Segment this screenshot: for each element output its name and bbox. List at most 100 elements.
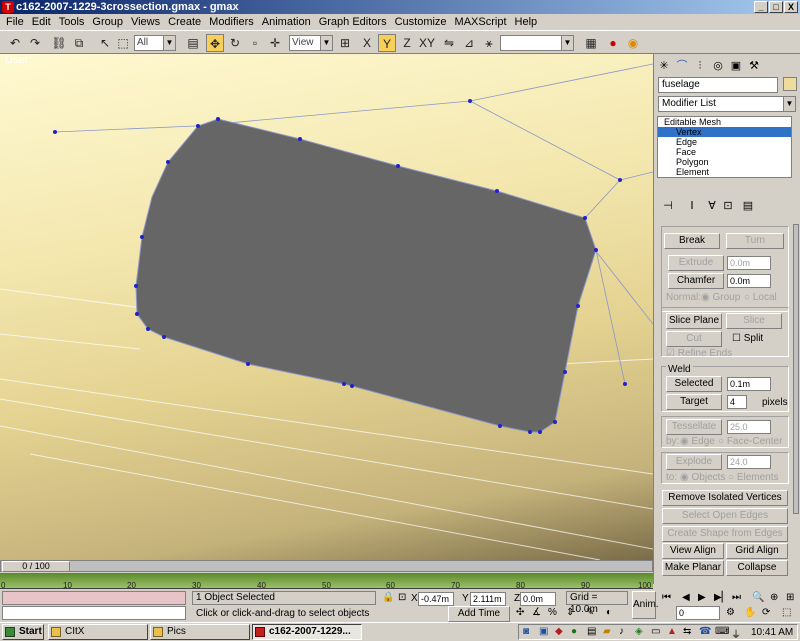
tray-alert-icon[interactable]: ▲ [667,626,677,637]
lock-selection-icon[interactable]: 🔒 [382,592,394,603]
move-icon[interactable]: ✥ [206,34,224,52]
maximize-button[interactable]: □ [769,1,783,13]
display-tab-icon[interactable]: ▣ [728,58,744,74]
remove-modifier-icon[interactable]: ⊡ [720,198,736,214]
weld-target-button[interactable]: Target [666,394,722,410]
stack-polygon[interactable]: Polygon [658,157,791,167]
mirror-icon[interactable]: ⇋ [440,34,458,52]
quick-render-icon[interactable]: ◉ [624,34,642,52]
rotate-icon[interactable]: ↻ [226,34,244,52]
utilities-tab-icon[interactable]: ⚒ [746,58,762,74]
angle-snap-icon[interactable]: ∡ [532,607,541,618]
tessellate-button[interactable]: Tessellate [666,419,722,435]
show-end-result-icon[interactable]: Ⅰ [684,198,700,214]
y-coordinate-field[interactable]: 2.111m [470,592,506,606]
menu-file[interactable]: File [2,14,28,30]
isolate-icon[interactable]: ◐ [606,607,612,618]
unlink-icon[interactable]: ⧉ [70,34,88,52]
region-select-icon[interactable]: ⬚ [114,34,132,52]
viewport-label[interactable]: User [5,54,28,66]
menu-animation[interactable]: Animation [258,14,315,30]
stack-face[interactable]: Face [658,147,791,157]
object-color-swatch[interactable] [783,77,797,91]
scale-icon[interactable]: ▫ [246,34,264,52]
panel-scrollbar[interactable] [793,224,799,514]
maxscript-listener-white[interactable] [2,606,186,620]
tray-shield-icon[interactable]: ◈ [635,626,643,637]
restrict-z-icon[interactable]: Z [398,34,416,52]
taskbar-task-gmax[interactable]: c162-2007-1229... [252,624,362,640]
maximize-viewport-icon[interactable]: ⬚ [782,607,791,618]
modifier-list-dropdown[interactable]: Modifier List ▼ [658,96,796,112]
spinner-snap-icon[interactable]: ⇕ [566,607,574,618]
menu-modifiers[interactable]: Modifiers [205,14,258,30]
turn-button[interactable]: Turn [726,233,784,249]
tray-keyboard-icon[interactable]: ⌨ [715,626,729,637]
undo-icon[interactable]: ↶ [6,34,24,52]
object-name-field[interactable]: fuselage [658,77,778,93]
named-sets-icon[interactable]: ✎ [586,607,594,618]
align-icon[interactable]: ⊿ [460,34,478,52]
normal-local-radio[interactable]: ○ Local [744,292,777,303]
z-coordinate-field[interactable]: 0.0m [520,592,556,606]
snap-icon[interactable]: ⚹ [480,34,498,52]
reference-coord-dropdown[interactable]: View ▼ [289,35,333,51]
tray-chat-icon[interactable]: ☎ [699,626,711,637]
add-time-tag-button[interactable]: Add Time Tag [448,606,510,633]
menu-customize[interactable]: Customize [391,14,451,30]
explode-angle-spinner[interactable]: 24.0 [727,455,771,469]
to-objects-radio[interactable]: ◉ Objects [680,472,725,483]
select-arrow-icon[interactable]: ↖ [96,34,114,52]
tension-spinner[interactable]: 25.0 [727,420,771,434]
remove-isolated-vertices-button[interactable]: Remove Isolated Vertices [662,490,788,506]
chamfer-button[interactable]: Chamfer [668,273,724,289]
collapse-button[interactable]: Collapse [726,560,788,576]
tray-monitor-icon[interactable]: ▣ [539,626,548,637]
menu-help[interactable]: Help [511,14,542,30]
transform-center-icon[interactable]: ⊞ [336,34,354,52]
x-coordinate-field[interactable]: -0.47m [418,592,454,606]
stack-vertex[interactable]: Vertex [658,127,791,137]
stack-element[interactable]: Element [658,167,791,177]
selection-filter-dropdown[interactable]: All ▼ [134,35,176,51]
tray-security-icon[interactable]: ◆ [555,626,563,637]
slice-plane-button[interactable]: Slice Plane [666,313,722,329]
extrude-button[interactable]: Extrude [668,255,724,271]
menu-edit[interactable]: Edit [28,14,55,30]
slice-button[interactable]: Slice [726,313,782,329]
go-to-end-icon[interactable]: ⏭ [732,592,741,603]
material-editor-icon[interactable]: ▦ [582,34,600,52]
hierarchy-tab-icon[interactable]: ⫶ [692,58,708,74]
track-bar[interactable]: 0 10 20 30 40 50 60 70 80 90 100 [0,573,653,590]
user-viewport[interactable]: User [0,54,653,560]
percent-snap-icon[interactable]: % [548,607,557,618]
render-teapot-icon[interactable]: ● [604,34,622,52]
to-elements-radio[interactable]: ○ Elements [728,472,779,483]
start-button[interactable]: Start [2,624,44,640]
tray-network-icon[interactable]: ◙ [523,626,529,637]
tray-usb-icon[interactable]: ⏚ [731,626,741,641]
by-edge-radio[interactable]: ◉ Edge [680,436,715,447]
named-selection-dropdown[interactable]: ▼ [500,35,574,51]
restrict-xy-icon[interactable]: XY [418,34,436,52]
pan-icon[interactable]: ✋ [744,607,756,618]
maxscript-listener-pink[interactable] [2,591,186,605]
create-tab-icon[interactable]: ✳ [656,58,672,74]
stack-edge[interactable]: Edge [658,137,791,147]
menu-views[interactable]: Views [127,14,164,30]
motion-tab-icon[interactable]: ◎ [710,58,726,74]
pin-stack-icon[interactable]: ⊣ [660,198,676,214]
snap-toggle-icon[interactable]: ✣ [516,607,524,618]
prev-frame-icon[interactable]: ◀ [682,592,690,603]
explode-button[interactable]: Explode [666,454,722,470]
redo-icon[interactable]: ↷ [26,34,44,52]
absolute-mode-icon[interactable]: ⊡ [398,592,406,603]
minimize-button[interactable]: _ [754,1,768,13]
tray-sync-icon[interactable]: ⇆ [683,626,691,637]
go-to-start-icon[interactable]: ⏮ [662,592,671,603]
tray-display-icon[interactable]: ▭ [651,626,660,637]
clock[interactable]: 10:41 AM [751,627,793,638]
zoom-icon[interactable]: 🔍 [752,592,764,603]
menu-group[interactable]: Group [88,14,127,30]
cut-button[interactable]: Cut [666,331,722,347]
